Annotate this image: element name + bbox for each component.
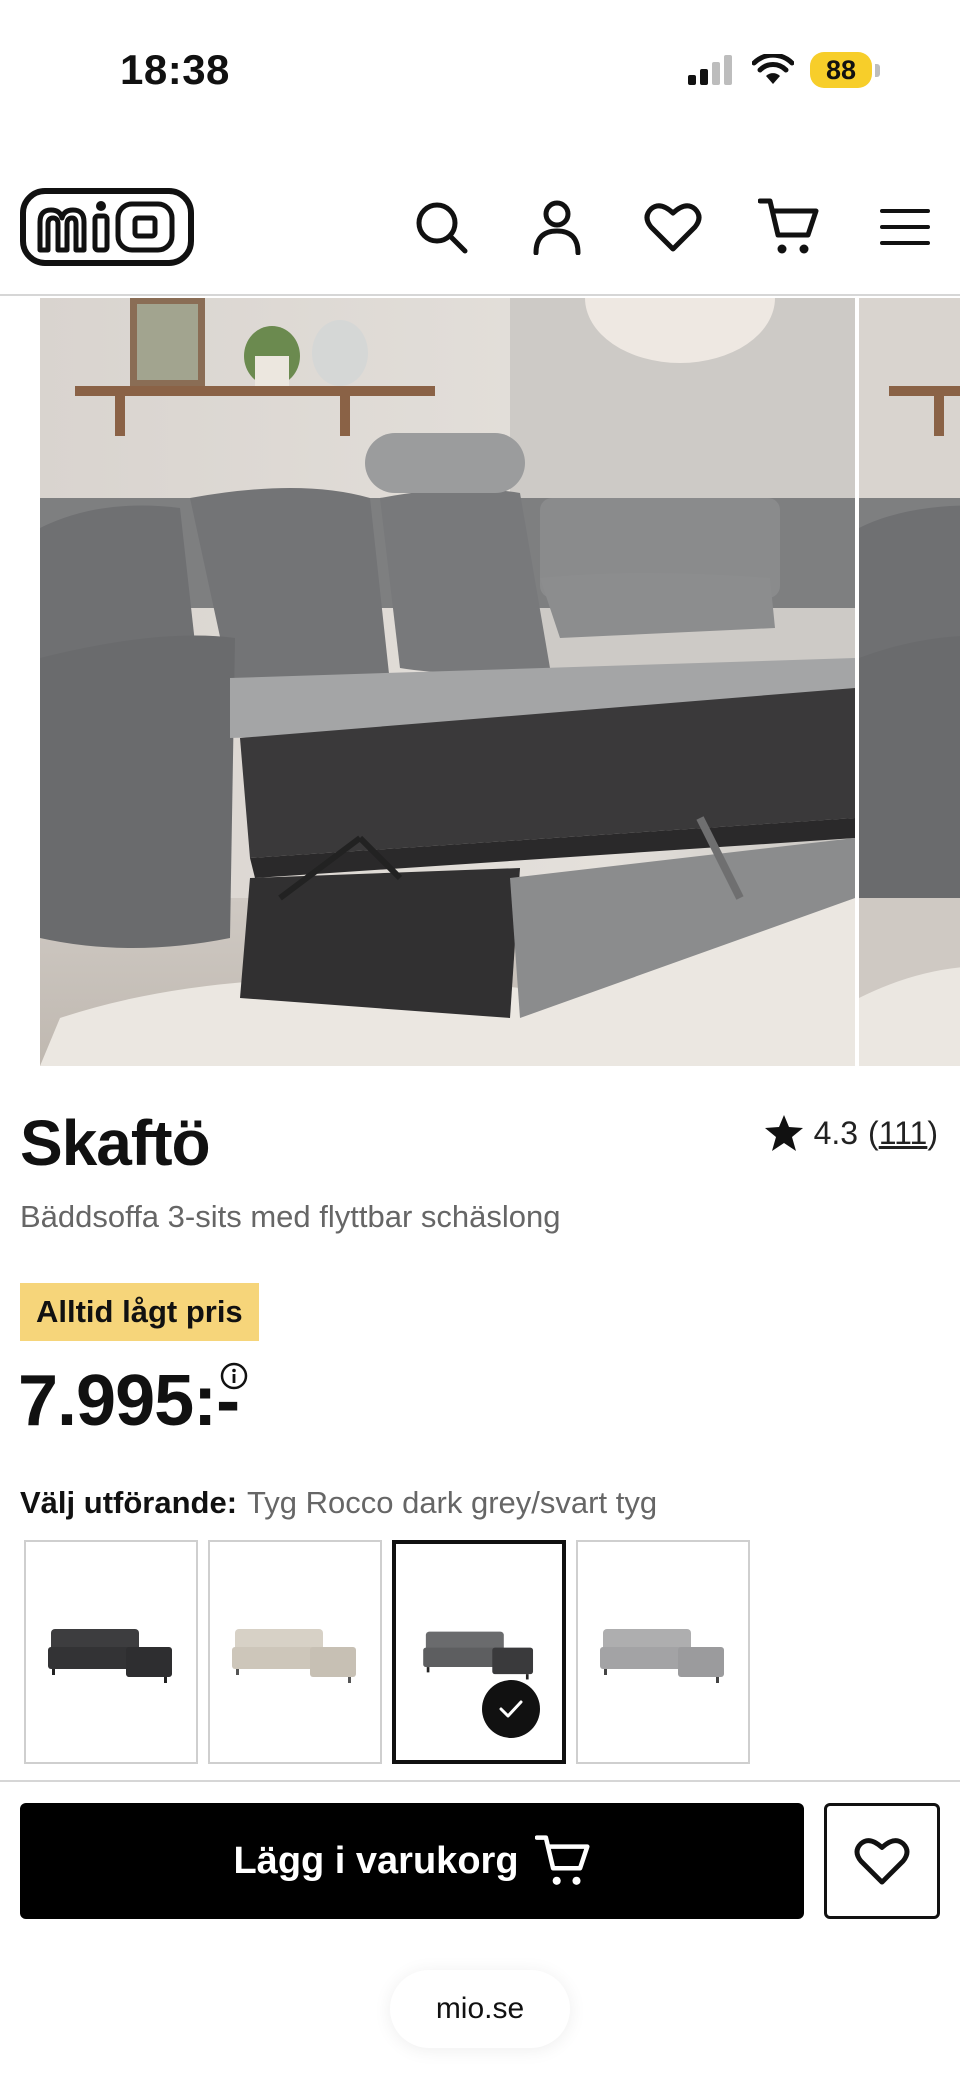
wifi-icon: [752, 54, 794, 84]
info-icon[interactable]: [220, 1362, 248, 1390]
product-image-next[interactable]: [859, 298, 960, 1066]
variant-swatches: [24, 1540, 750, 1764]
product-price: 7.995:-: [18, 1361, 240, 1441]
price-badge: Alltid lågt pris: [20, 1283, 259, 1341]
rating: 4.3 (111): [764, 1114, 938, 1152]
variant-swatch-light-grey[interactable]: [576, 1540, 750, 1764]
variant-row: Välj utförande: Tyg Rocco dark grey/svar…: [20, 1485, 657, 1521]
rating-close-paren: ): [927, 1114, 938, 1151]
product-image-main[interactable]: [40, 298, 855, 1066]
status-time: 18:38: [120, 46, 230, 93]
sofa-thumbnail: [423, 1631, 534, 1680]
cart-icon: [534, 1835, 590, 1885]
variant-value: Tyg Rocco dark grey/svart tyg: [247, 1485, 658, 1520]
sofa-thumbnail: [232, 1629, 356, 1683]
sofa-thumbnail: [600, 1629, 724, 1683]
rating-count-wrap[interactable]: (111): [868, 1115, 938, 1152]
mio-logo[interactable]: [20, 188, 194, 266]
selected-check-icon: [482, 1680, 540, 1738]
battery-level: 88: [825, 54, 857, 85]
status-bar: 18:38 88: [0, 0, 960, 140]
battery-icon: 88: [810, 52, 872, 88]
account-icon[interactable]: [522, 192, 592, 262]
variant-swatch-dark-grey-black[interactable]: [392, 1540, 566, 1764]
rating-count-link[interactable]: 111: [879, 1115, 928, 1151]
product-gallery[interactable]: [0, 298, 960, 1066]
nav-icons: [406, 192, 940, 262]
cart-icon[interactable]: [754, 192, 824, 262]
menu-icon[interactable]: [870, 192, 940, 262]
heart-icon: [854, 1838, 910, 1885]
variant-label: Välj utförande:: [20, 1485, 238, 1520]
add-to-cart-button[interactable]: Lägg i varukorg: [20, 1803, 804, 1919]
variant-swatch-dark-grey[interactable]: [24, 1540, 198, 1764]
rating-open-paren: (: [868, 1114, 879, 1151]
product-subtitle: Bäddsoffa 3-sits med flyttbar schäslong: [20, 1199, 561, 1234]
browser-url-pill[interactable]: mio.se: [390, 1970, 570, 2048]
rating-value: 4.3: [813, 1114, 859, 1151]
heart-icon[interactable]: [638, 192, 708, 262]
wishlist-button[interactable]: [824, 1803, 940, 1919]
battery-cap: [875, 63, 880, 77]
add-to-cart-label: Lägg i varukorg: [233, 1839, 519, 1882]
star-icon: [764, 1115, 803, 1151]
search-icon[interactable]: [406, 192, 476, 262]
variant-swatch-beige[interactable]: [208, 1540, 382, 1764]
site-header: [0, 168, 960, 296]
divider: [0, 1780, 960, 1782]
status-icons: 88: [688, 50, 880, 90]
sofa-thumbnail: [48, 1629, 172, 1683]
cellular-signal-icon: [688, 55, 732, 85]
product-title: Skaftö: [20, 1107, 211, 1179]
